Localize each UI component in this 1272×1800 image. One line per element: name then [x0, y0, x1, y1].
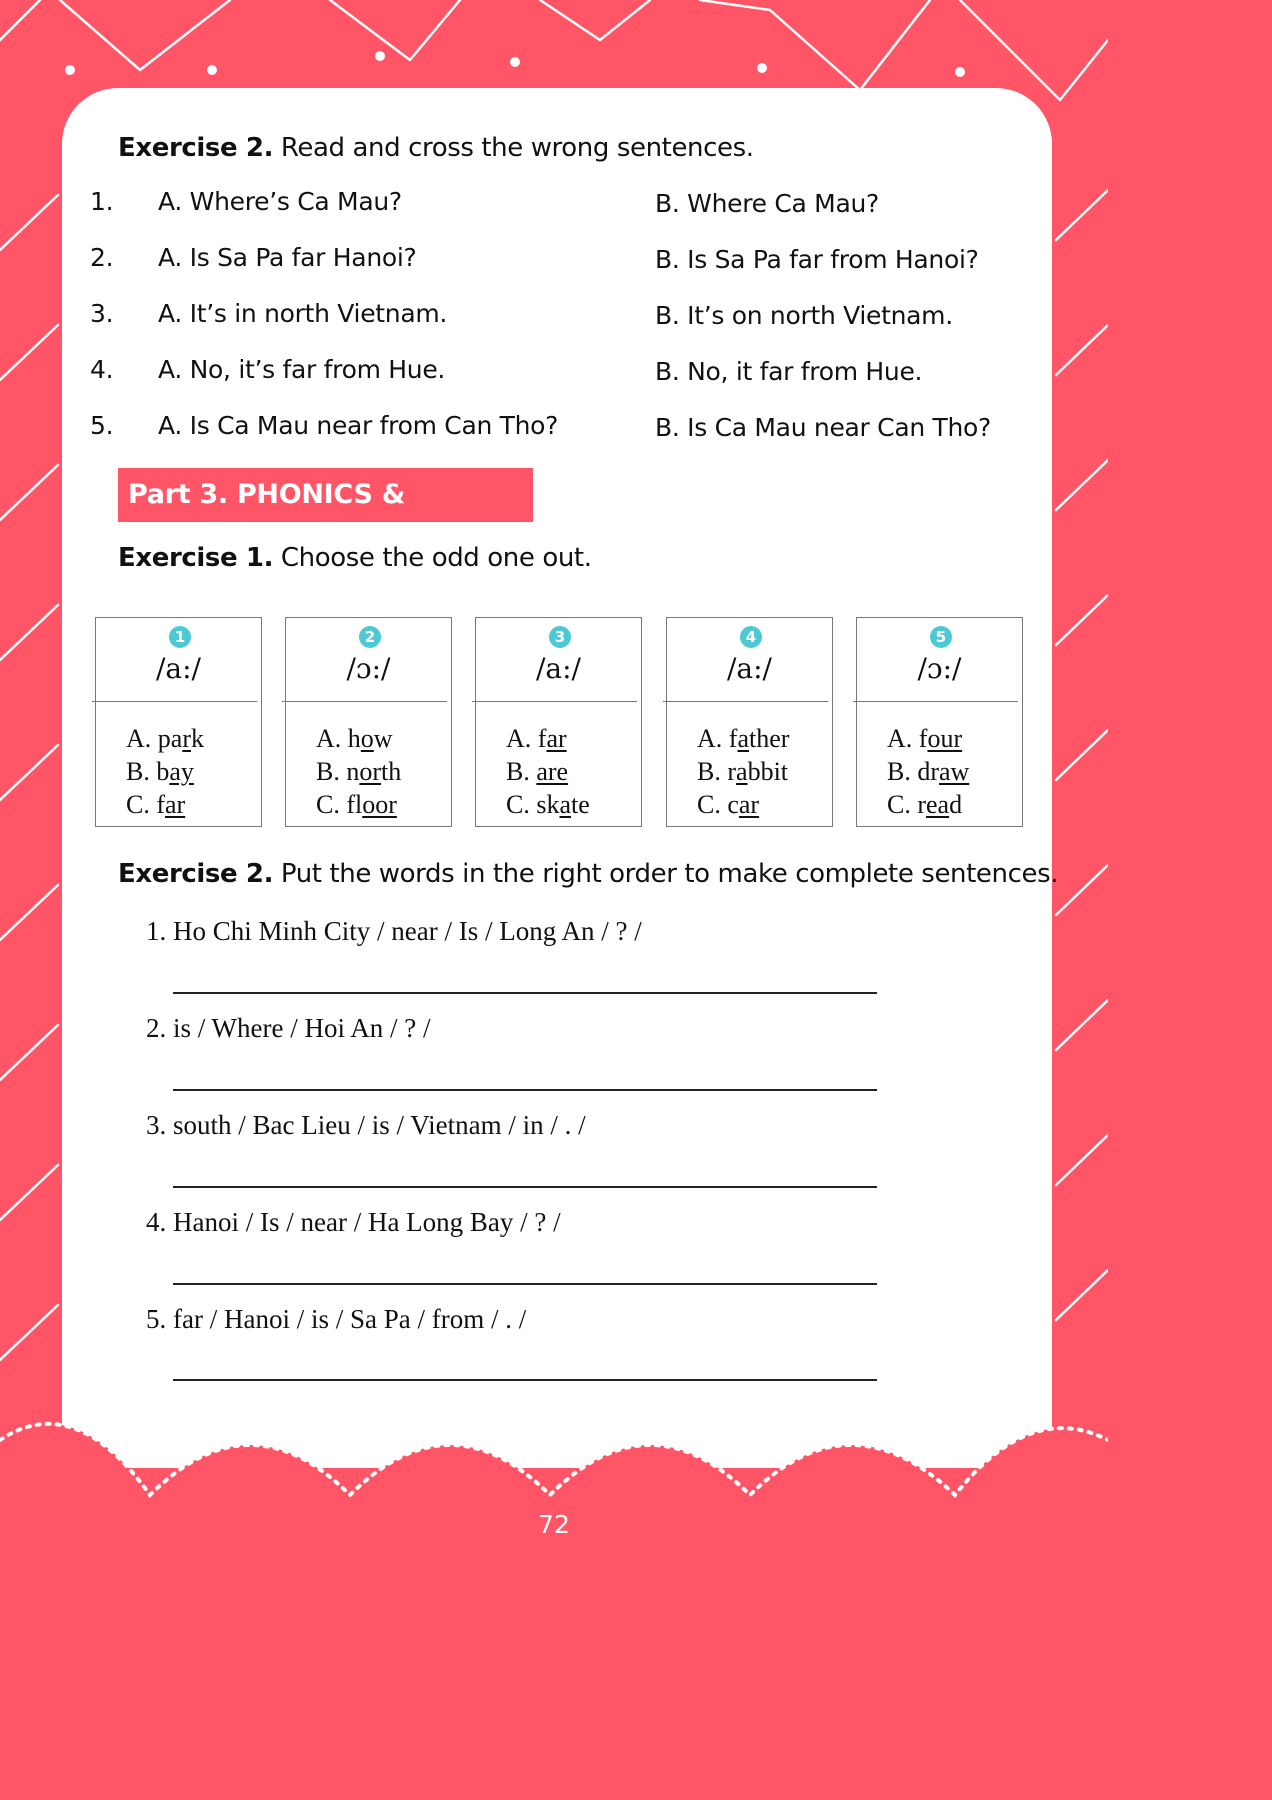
ordering-prompt: 2. is / Where / Hoi An / ? /: [146, 1013, 431, 1043]
exercise-2-ordering-heading: Exercise 2. Put the words in the right o…: [118, 859, 1059, 889]
option-a[interactable]: A. park: [126, 722, 204, 755]
ordering-prompt: 4. Hanoi / Is / near / Ha Long Bay / ? /: [146, 1207, 561, 1237]
option-c[interactable]: C. far: [126, 788, 204, 821]
phonics-box-4: 4 /a:/ A. father B. rabbit C. car: [663, 617, 833, 827]
mc-option-a[interactable]: A. It’s in north Vietnam.: [158, 299, 447, 328]
option-b[interactable]: B. bay: [126, 755, 204, 788]
mc-option-a[interactable]: A. Where’s Ca Mau?: [158, 187, 402, 216]
option-a[interactable]: A. father: [697, 722, 789, 755]
option-b[interactable]: B. draw: [887, 755, 969, 788]
ordering-prompt: 5. far / Hanoi / is / Sa Pa / from / . /: [146, 1304, 527, 1334]
page-number: 72: [538, 1510, 570, 1539]
ordering-prompt: 3. south / Bac Lieu / is / Vietnam / in …: [146, 1110, 586, 1140]
mc-row-number: 1.: [90, 187, 114, 216]
option-b[interactable]: B. are: [506, 755, 590, 788]
option-a[interactable]: A. how: [316, 722, 401, 755]
option-c[interactable]: C. floor: [316, 788, 401, 821]
phonics-box-5: 5 /ɔ:/ A. four B. draw C. read: [853, 617, 1023, 827]
phonics-box-1: 1 /a:/ A. park B. bay C. far: [92, 617, 262, 827]
phonics-box-2: 2 /ɔ:/ A. how B. north C. floor: [282, 617, 452, 827]
answer-line[interactable]: [173, 1283, 877, 1285]
exercise-2-heading: Exercise 2. Read and cross the wrong sen…: [118, 133, 754, 163]
option-b[interactable]: B. north: [316, 755, 401, 788]
answer-line[interactable]: [173, 1379, 877, 1381]
divider: [282, 701, 447, 702]
divider: [472, 701, 637, 702]
mc-option-a[interactable]: A. No, it’s far from Hue.: [158, 355, 445, 384]
option-b[interactable]: B. rabbit: [697, 755, 789, 788]
mc-option-b[interactable]: B. It’s on north Vietnam.: [655, 301, 953, 330]
divider: [92, 701, 257, 702]
mc-option-b[interactable]: B. Is Ca Mau near Can Tho?: [655, 413, 991, 442]
option-a[interactable]: A. four: [887, 722, 969, 755]
part-3-banner: Part 3. PHONICS & WRITING: [118, 468, 533, 564]
number-badge: 5: [930, 626, 952, 648]
answer-line[interactable]: [173, 992, 877, 994]
mc-option-a[interactable]: A. Is Ca Mau near from Can Tho?: [158, 411, 558, 440]
mc-row-number: 4.: [90, 355, 114, 384]
answer-line[interactable]: [173, 1089, 877, 1091]
divider: [853, 701, 1018, 702]
mc-option-b[interactable]: B. Where Ca Mau?: [655, 189, 879, 218]
number-badge: 2: [359, 626, 381, 648]
ipa-symbol: /a:/: [727, 652, 772, 685]
mc-row-number: 5.: [90, 411, 114, 440]
mc-row-number: 3.: [90, 299, 114, 328]
ipa-symbol: /a:/: [156, 652, 201, 685]
mc-option-b[interactable]: B. No, it far from Hue.: [655, 357, 922, 386]
number-badge: 3: [549, 626, 571, 648]
option-c[interactable]: C. car: [697, 788, 789, 821]
option-c[interactable]: C. read: [887, 788, 969, 821]
mc-option-a[interactable]: A. Is Sa Pa far Hanoi?: [158, 243, 417, 272]
ipa-symbol: /a:/: [536, 652, 581, 685]
ipa-symbol: /ɔ:/: [917, 652, 962, 685]
exercise-1-heading: Exercise 1. Choose the odd one out.: [118, 543, 592, 573]
answer-line[interactable]: [173, 1186, 877, 1188]
mc-row-number: 2.: [90, 243, 114, 272]
divider: [663, 701, 828, 702]
option-c[interactable]: C. skate: [506, 788, 590, 821]
ipa-symbol: /ɔ:/: [346, 652, 391, 685]
phonics-box-3: 3 /a:/ A. far B. are C. skate: [472, 617, 642, 827]
mc-option-b[interactable]: B. Is Sa Pa far from Hanoi?: [655, 245, 979, 274]
option-a[interactable]: A. far: [506, 722, 590, 755]
ordering-prompt: 1. Ho Chi Minh City / near / Is / Long A…: [146, 916, 642, 946]
number-badge: 4: [740, 626, 762, 648]
number-badge: 1: [169, 626, 191, 648]
